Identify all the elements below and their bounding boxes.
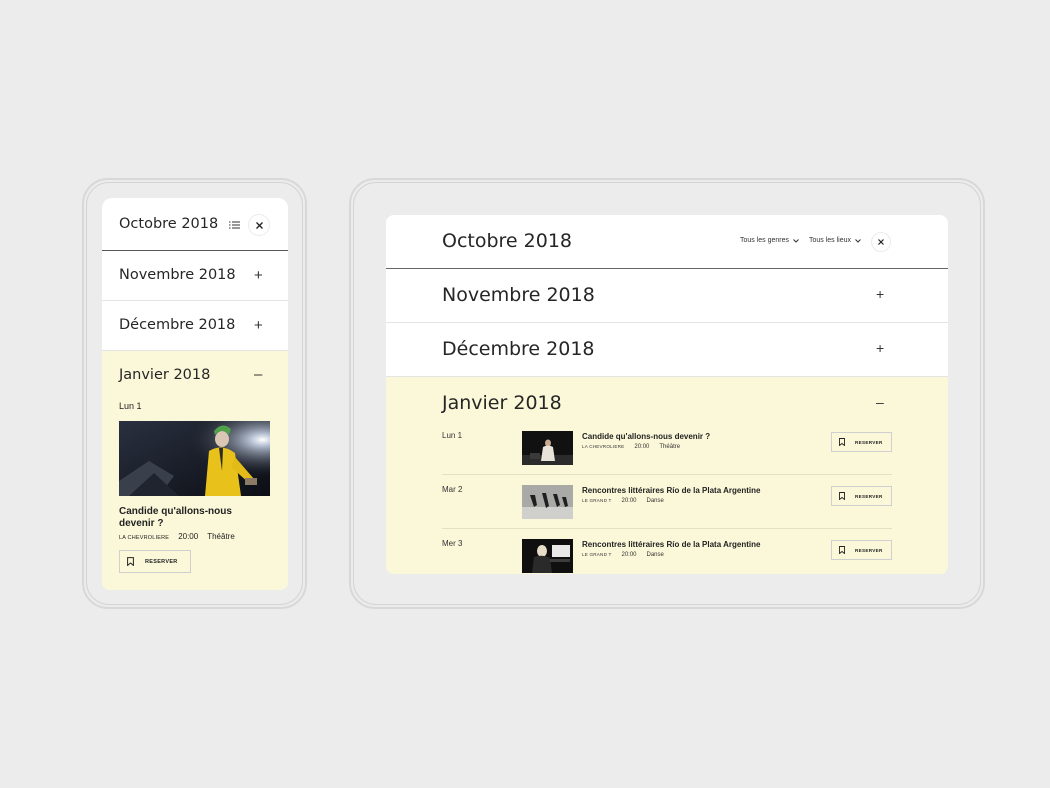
collapse-minus-icon[interactable]: – — [254, 367, 262, 382]
month-row-december[interactable]: Décembre 2018 + — [386, 323, 948, 377]
reserve-label: RESERVER — [855, 439, 883, 445]
event-image-performer[interactable] — [119, 421, 270, 496]
event-genre: Danse — [646, 552, 664, 558]
month-section-january: Janvier 2018 – Lun 1 Candide qu'allons-n… — [386, 377, 948, 574]
month-label: Novembre 2018 — [119, 267, 236, 283]
event-genre: Théâtre — [659, 444, 681, 450]
event-meta: LA CHEVROLIERE 20:00 Théâtre — [582, 444, 680, 450]
close-button[interactable] — [871, 232, 891, 252]
event-divider — [442, 528, 892, 529]
current-month-title: Octobre 2018 — [119, 216, 219, 232]
month-row-november[interactable]: Novembre 2018 + — [386, 269, 948, 323]
month-label: Décembre 2018 — [119, 317, 236, 333]
mobile-screen: Octobre 2018 Novembre 2018 + Décembre 20… — [102, 198, 288, 590]
reserve-label: RESERVER — [855, 547, 883, 553]
event-venue[interactable]: LA CHEVROLIERE — [119, 535, 169, 541]
reserve-button[interactable]: RESERVER — [119, 550, 191, 573]
event-time: 20:00 — [634, 444, 650, 450]
event-meta: LA CHEVROLIERE 20:00 Théâtre — [119, 532, 235, 541]
event-title[interactable]: Candide qu'allons-nous devenir ? — [119, 506, 259, 530]
genre-filter-select[interactable]: Tous les genres — [740, 237, 799, 244]
event-row: Mar 2 Rencontres littéraires Río de la P… — [442, 485, 892, 525]
reserve-label: RESERVER — [855, 493, 883, 499]
month-label: Janvier 2018 — [442, 392, 562, 414]
event-day: Lun 1 — [442, 431, 463, 440]
place-filter-select[interactable]: Tous les lieux — [809, 237, 861, 244]
close-icon — [878, 239, 884, 245]
event-venue[interactable]: LE GRAND T — [582, 552, 611, 557]
chevron-down-icon — [793, 238, 799, 243]
bookmark-icon — [839, 492, 845, 500]
event-title[interactable]: Rencontres littéraires Río de la Plata A… — [582, 540, 760, 549]
event-time: 20:00 — [621, 552, 637, 558]
event-meta: LE GRAND T 20:00 Danse — [582, 552, 664, 558]
collapse-minus-icon[interactable]: – — [876, 395, 884, 409]
event-venue[interactable]: LA CHEVROLIERE — [582, 444, 624, 449]
event-genre: Danse — [646, 498, 664, 504]
month-section-january: Janvier 2018 – Lun 1 Candide qu'allons-n… — [102, 351, 288, 590]
month-label: Décembre 2018 — [442, 338, 595, 360]
event-thumbnail[interactable] — [522, 539, 573, 573]
reserve-button[interactable]: RESERVER — [831, 486, 892, 506]
bookmark-icon — [839, 546, 845, 554]
event-divider — [442, 474, 892, 475]
event-meta: LE GRAND T 20:00 Danse — [582, 498, 664, 504]
expand-plus-icon[interactable]: + — [254, 318, 263, 333]
list-view-button[interactable] — [224, 215, 244, 235]
chevron-down-icon — [855, 238, 861, 243]
event-day: Mar 2 — [442, 485, 463, 494]
event-row: Mer 3 Rencontres littéraires Río de la P… — [442, 539, 892, 574]
reserve-button[interactable]: RESERVER — [831, 540, 892, 560]
event-day: Mer 3 — [442, 539, 463, 548]
list-icon — [228, 221, 240, 229]
event-venue[interactable]: LE GRAND T — [582, 498, 611, 503]
event-time: 20:00 — [621, 498, 637, 504]
reserve-button[interactable]: RESERVER — [831, 432, 892, 452]
close-icon — [255, 221, 263, 229]
expand-plus-icon[interactable]: + — [254, 268, 263, 283]
reserve-label: RESERVER — [145, 558, 178, 565]
month-row-november[interactable]: Novembre 2018 + — [102, 251, 288, 301]
event-thumbnail[interactable] — [522, 431, 573, 465]
event-thumbnail[interactable] — [522, 485, 573, 519]
month-row-december[interactable]: Décembre 2018 + — [102, 301, 288, 351]
event-title[interactable]: Rencontres littéraires Río de la Plata A… — [582, 486, 760, 495]
tablet-screen: Octobre 2018 Tous les genres Tous les li… — [386, 215, 948, 574]
month-label: Novembre 2018 — [442, 284, 595, 306]
event-day: Lun 1 — [119, 401, 142, 411]
event-row: Lun 1 Candide qu'allons-nous devenir ? L… — [442, 431, 892, 471]
current-month-title: Octobre 2018 — [442, 230, 573, 252]
event-title[interactable]: Candide qu'allons-nous devenir ? — [582, 432, 710, 441]
bookmark-icon — [839, 438, 845, 446]
place-filter-label: Tous les lieux — [809, 237, 852, 244]
expand-plus-icon[interactable]: + — [876, 287, 884, 301]
expand-plus-icon[interactable]: + — [876, 341, 884, 355]
genre-filter-label: Tous les genres — [740, 237, 790, 244]
bookmark-icon — [127, 557, 134, 566]
event-genre: Théâtre — [207, 532, 235, 541]
tablet-header: Octobre 2018 Tous les genres Tous les li… — [386, 215, 948, 269]
month-label: Janvier 2018 — [119, 367, 211, 383]
close-button[interactable] — [248, 214, 270, 236]
event-time: 20:00 — [178, 532, 199, 541]
mobile-header: Octobre 2018 — [102, 198, 288, 251]
